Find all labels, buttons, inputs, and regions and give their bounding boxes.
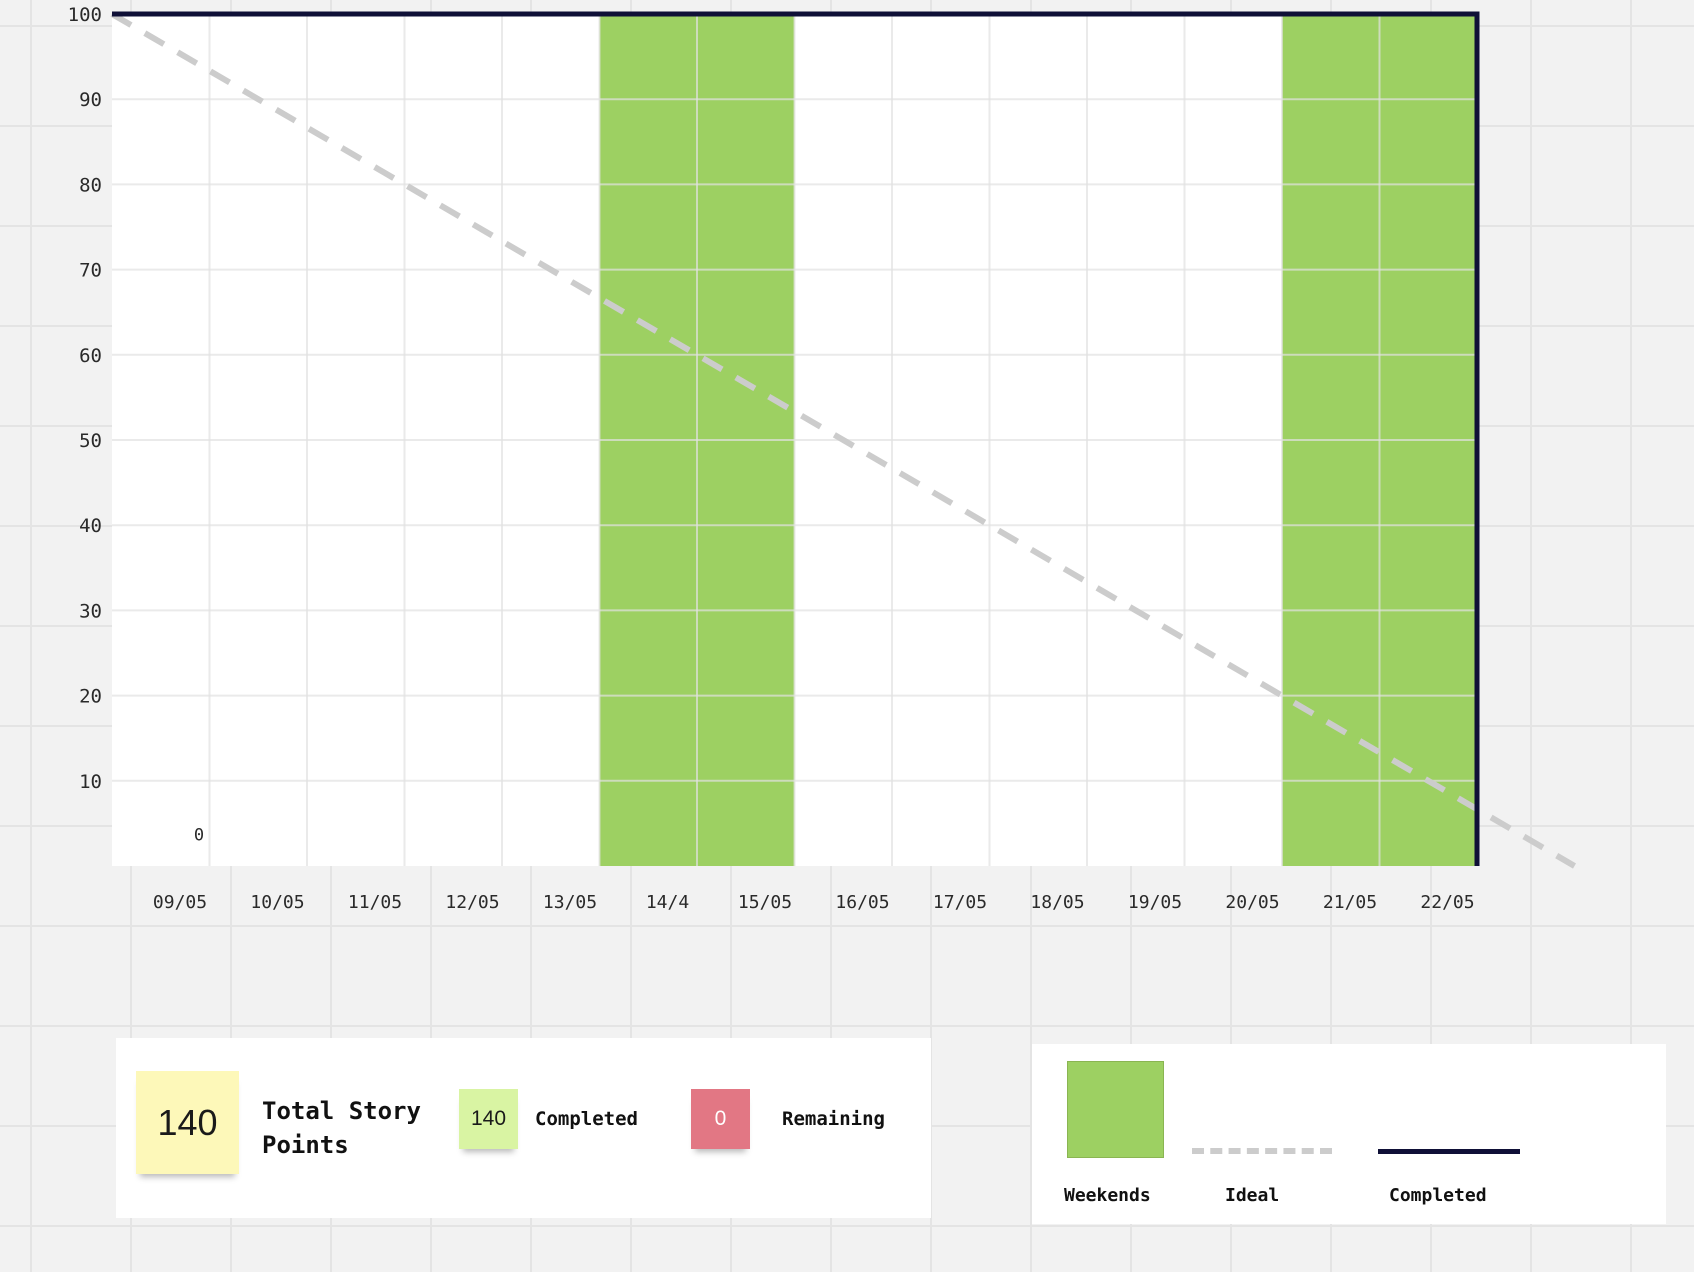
story-points-summary-panel: 140 Total Story Points 140 Completed 0 R… bbox=[116, 1038, 931, 1218]
x-tick-label: 19/05 bbox=[1128, 892, 1182, 913]
x-tick-label: 10/05 bbox=[250, 892, 304, 913]
weekends-legend-label: Weekends bbox=[1064, 1185, 1151, 1206]
x-tick-label: 21/05 bbox=[1323, 892, 1377, 913]
chart-legend-panel: Weekends Ideal Completed bbox=[1032, 1044, 1666, 1224]
y-tick-label: 20 bbox=[79, 686, 102, 708]
y-tick-label: 10 bbox=[79, 771, 102, 793]
total-story-points-note[interactable]: 140 bbox=[136, 1071, 239, 1174]
y-tick-label: 100 bbox=[68, 4, 102, 26]
x-tick-label: 14/4 bbox=[646, 892, 689, 913]
completed-points-note[interactable]: 140 bbox=[459, 1089, 518, 1149]
x-tick-label: 18/05 bbox=[1030, 892, 1084, 913]
remaining-points-note[interactable]: 0 bbox=[691, 1089, 750, 1149]
burndown-chart: 100 90 80 70 60 50 40 30 20 10 09/05 10/05 11/05 12/… bbox=[68, 4, 1577, 913]
y-axis-tick-labels: 100 90 80 70 60 50 40 30 20 10 bbox=[68, 4, 102, 793]
completed-legend-swatch bbox=[1378, 1149, 1520, 1154]
y-tick-label: 50 bbox=[79, 430, 102, 452]
x-tick-label: 12/05 bbox=[445, 892, 499, 913]
x-tick-label: 16/05 bbox=[835, 892, 889, 913]
y-tick-label: 60 bbox=[79, 345, 102, 367]
x-tick-label: 15/05 bbox=[738, 892, 792, 913]
annotations: 0 bbox=[194, 825, 204, 845]
y-tick-label: 30 bbox=[79, 600, 102, 622]
x-tick-label: 20/05 bbox=[1225, 892, 1279, 913]
x-tick-label: 09/05 bbox=[153, 892, 207, 913]
ideal-legend-swatch bbox=[1192, 1148, 1332, 1154]
ideal-legend-label: Ideal bbox=[1225, 1185, 1280, 1206]
x-tick-label: 13/05 bbox=[543, 892, 597, 913]
y-tick-label: 70 bbox=[79, 260, 102, 282]
x-tick-label: 17/05 bbox=[933, 892, 987, 913]
y-tick-label: 80 bbox=[79, 174, 102, 196]
completed-legend-label: Completed bbox=[1389, 1185, 1487, 1206]
y-tick-label: 40 bbox=[79, 515, 102, 537]
remaining-points-label: Remaining bbox=[782, 1108, 885, 1130]
x-tick-label: 22/05 bbox=[1420, 892, 1474, 913]
completed-points-label: Completed bbox=[535, 1108, 638, 1130]
weekends-legend-swatch bbox=[1067, 1061, 1164, 1158]
chart-annotation: 0 bbox=[194, 825, 204, 845]
x-tick-label: 11/05 bbox=[348, 892, 402, 913]
x-axis-tick-labels: 09/05 10/05 11/05 12/05 13/05 14/4 15/05 16/05 1… bbox=[153, 892, 1475, 913]
total-story-points-label: Total Story Points bbox=[262, 1097, 421, 1159]
y-tick-label: 90 bbox=[79, 89, 102, 111]
